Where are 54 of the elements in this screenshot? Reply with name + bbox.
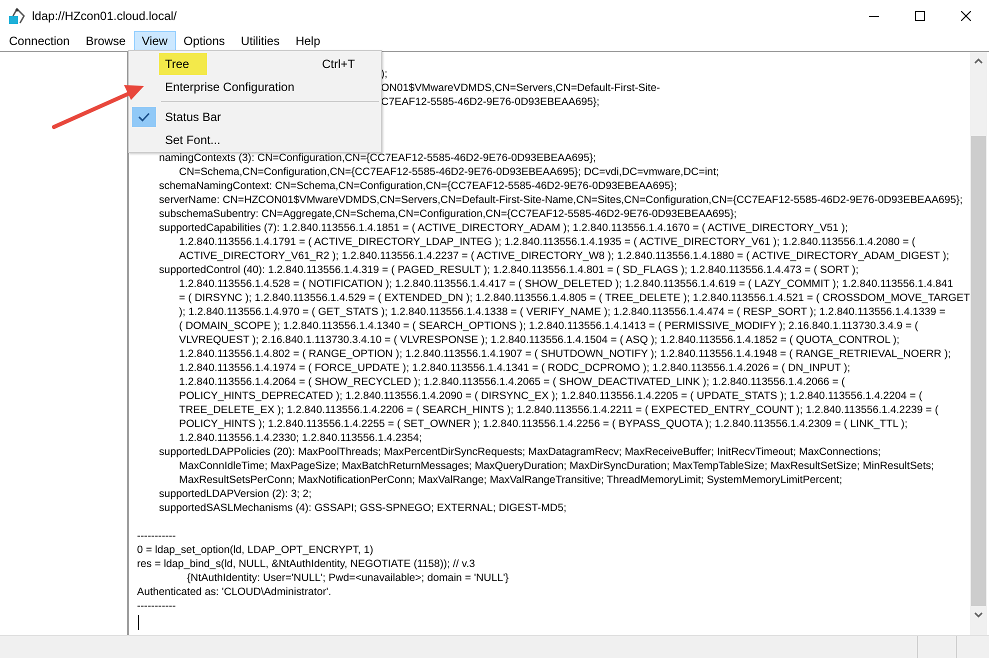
output-line: supportedLDAPPolicies (20): MaxPoolThreads; MaxPercentDirSyncRequests; MaxDatagramRecv; MaxReceiveBuffer; InitRecvTimeout; MaxConnections; xyxy=(159,445,881,459)
output-line: TREE_DELETE_EX ); 1.2.840.113556.1.4.2206 = ( SEARCH_HINTS ); 1.2.840.113556.1.4.2211 = ( EXPECTED_ENTRY_COUNT ); 1.2.840.113556.1.4.2239 = ( xyxy=(179,403,938,417)
output-line: MaxConnIdleTime; MaxPageSize; MaxBatchReturnMessages; MaxQueryDuration; MaxDirSyncDuration; MaxTempTableSize; MaxResultSetSize; MinResultSets; xyxy=(179,459,934,473)
scroll-thumb[interactable] xyxy=(971,136,986,606)
menu-item[interactable]: Browse xyxy=(78,31,134,51)
output-line: subschemaSubentry: CN=Aggregate,CN=Schema,CN=Configuration,CN={CC7EAF12-5585-46D2-9E76-0D93EBEAA695}; xyxy=(159,207,737,221)
menu-item[interactable]: Options xyxy=(176,31,233,51)
output-line: ON01$VMwareVDMDS,CN=Servers,CN=Default-First-Site- xyxy=(381,81,660,95)
output-line: ); 1.2.840.113556.1.4.970 = ( GET_STATS ); 1.2.840.113556.1.4.1338 = ( VERIFY_NAME ); 1.2.840.113556.1.4.474 = ( RESP_SORT ); 1.2.840.113556.1.4.1339 = xyxy=(179,305,946,319)
output-line: supportedCapabilities (7): 1.2.840.113556.1.4.1851 = ( ACTIVE_DIRECTORY_ADAM ); 1.2.840.113556.1.4.1670 = ( ACTIVE_DIRECTORY_V51 ); xyxy=(159,221,848,235)
window-title: ldap://HZcon01.cloud.local/ xyxy=(32,8,178,22)
output-line: {NtAuthIdentity: User='NULL'; Pwd=<unavailable>; domain = 'NULL'} xyxy=(187,571,509,585)
menu-option[interactable]: Set Font... xyxy=(159,128,238,150)
menu-item[interactable]: Utilities xyxy=(232,31,288,51)
output-line: C7EAF12-5585-46D2-9E76-0D93EBEAA695}; xyxy=(381,95,600,109)
output-line: = ( DIRSYNC ); 1.2.840.113556.1.4.529 = ( EXTENDED_DN ); 1.2.840.113556.1.4.805 = ( TREE_DELETE ); 1.2.840.113556.1.4.521 = ( CROSSDOM_MOVE_TARGET xyxy=(179,291,970,305)
output-line: res = ldap_bind_s(ld, NULL, &NtAuthIdentity, NEGOTIATE (1158)); // v.3 xyxy=(137,557,476,571)
output-line: ----------- xyxy=(137,599,176,613)
output-line: 1.2.840.113556.1.4.1974 = ( FORCE_UPDATE ); 1.2.840.113556.1.4.1341 = ( RODC_DCPROMO ); 1.2.840.113556.1.4.2026 = ( DN_INPUT ); xyxy=(179,361,850,375)
text-cursor xyxy=(138,615,139,630)
output-line: MaxResultSetsPerConn; MaxNotificationPerConn; MaxValRange; MaxValRangeTransitive; ThreadMemoryLimit; SystemMemoryLimitPercent; xyxy=(179,473,842,487)
output-line: VLVREQUEST ); 2.16.840.1.113730.3.4.10 = ( VLVRESPONSE ); 1.2.840.113556.1.4.1504 = ( ASQ ); 1.2.840.113556.1.4.1852 = ( QUOTA_CONTROL ); xyxy=(179,333,900,347)
shortcut-label: Ctrl+T xyxy=(322,56,355,70)
output-line: 1.2.840.113556.1.4.802 = ( RANGE_OPTION ); 1.2.840.113556.1.4.1907 = ( SHUTDOWN_NOTIFY ); 1.2.840.113556.1.4.1948 = ( RANGE_RETRIEVAL_NOERR ); xyxy=(179,347,951,361)
menu-option[interactable]: Tree xyxy=(159,52,208,74)
output-line: 1.2.840.113556.1.4.2064 = ( SHOW_RECYCLED ); 1.2.840.113556.1.4.2065 = ( SHOW_DEACTIVATED_LINK ); 1.2.840.113556.1.4.2066 = ( xyxy=(179,375,845,389)
menu-option[interactable]: Enterprise Configuration xyxy=(159,76,312,98)
output-line: ----------- xyxy=(137,529,176,543)
output-line: supportedLDAPVersion (2): 3; 2; xyxy=(159,487,312,501)
output-line: CN=Schema,CN=Configuration,CN={CC7EAF12-5585-46D2-9E76-0D93EBEAA695}; DC=vdi,DC=vmware,DC=int; xyxy=(179,165,719,179)
menu-item[interactable]: Connection xyxy=(1,31,78,51)
app-icon xyxy=(8,6,26,24)
output-line: 1.2.840.113556.1.4.528 = ( NOTIFICATION ); 1.2.840.113556.1.4.417 = ( SHOW_DELETED ); 1.2.840.113556.1.4.619 = ( LAZY_COMMIT ); 1.2.840.113556.1.4.841 xyxy=(179,277,954,291)
menu-option[interactable]: Status Bar xyxy=(159,106,240,128)
scroll-down-icon[interactable] xyxy=(974,612,983,618)
output-line: ACTIVE_DIRECTORY_V61_R2 ); 1.2.840.113556.1.4.2237 = ( ACTIVE_DIRECTORY_W8 ); 1.2.840.113556.1.4.1880 = ( ACTIVE_DIRECTORY_ADAM_DIGEST ); xyxy=(179,249,950,263)
output-line: POLICY_HINTS_DEPRECATED ); 1.2.840.113556.1.4.2090 = ( DIRSYNC_EX ); 1.2.840.113556.1.4.2205 = ( UPDATE_STATS ); 1.2.840.113556.1.4.2204 = ( xyxy=(179,389,922,403)
output-line: ( DOMAIN_SCOPE ); 1.2.840.113556.1.4.1340 = ( SEARCH_OPTIONS ); 1.2.840.113556.1.4.1413 = ( PERMISSIVE_MODIFY ); 2.16.840.1.113730.3.4.9 = ( xyxy=(179,319,918,333)
output-line: supportedControl (40): 1.2.840.113556.1.4.319 = ( PAGED_RESULT ); 1.2.840.113556.1.4.801 = ( SD_FLAGS ); 1.2.840.113556.1.4.473 = ( SORT ); xyxy=(159,263,859,277)
scroll-up-icon[interactable] xyxy=(974,58,983,64)
output-line: 0 = ldap_set_option(ld, LDAP_OPT_ENCRYPT, 1) xyxy=(137,543,374,557)
output-line: schemaNamingContext: CN=Schema,CN=Configuration,CN={CC7EAF12-5585-46D2-9E76-0D93EBEAA695}; xyxy=(159,179,677,193)
output-line: 1.2.840.113556.1.4.2330; 1.2.840.113556.1.4.2354; xyxy=(179,431,422,445)
output-line: supportedSASLMechanisms (4): GSSAPI; GSS-SPNEGO; EXTERNAL; DIGEST-MD5; xyxy=(159,501,566,515)
output-line: namingContexts (3): CN=Configuration,CN={CC7EAF12-5585-46D2-9E76-0D93EBEAA695}; xyxy=(159,151,596,165)
menu-item[interactable]: Help xyxy=(288,31,328,51)
output-line: 1.2.840.113556.1.4.1791 = ( ACTIVE_DIRECTORY_LDAP_INTEG ); 1.2.840.113556.1.4.1935 = ( ACTIVE_DIRECTORY_V61 ); 1.2.840.113556.1.4.2080 = ( xyxy=(179,235,916,249)
output-line: Authenticated as: 'CLOUD\Administrator'. xyxy=(137,585,332,599)
menu-item[interactable]: View xyxy=(134,31,176,51)
output-line: POLICY_HINTS ); 1.2.840.113556.1.4.2255 = ( SET_OWNER ); 1.2.840.113556.1.4.2256 = ( BYPASS_QUOTA ); 1.2.840.113556.1.4.2309 = ( LINK_TTL ); xyxy=(179,417,908,431)
close-icon xyxy=(961,10,971,20)
output-line: serverName: CN=HZCON01$VMwareVDMDS,CN=Servers,CN=Default-First-Site-Name,CN=Sites,CN=Configuration,CN={CC7EAF12-5585-46D2-9E76-0D93EBEAA695}; xyxy=(159,193,963,207)
scrollbar[interactable] xyxy=(970,52,987,635)
maximize-icon xyxy=(915,10,925,20)
